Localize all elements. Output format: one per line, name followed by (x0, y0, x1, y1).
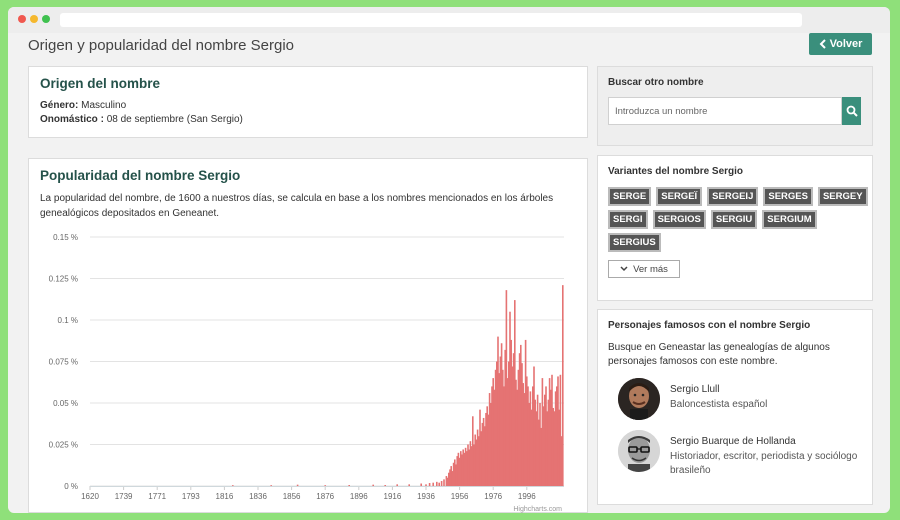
onomastic-line: Onomástico : 08 de septiembre (San Sergi… (40, 114, 243, 125)
gender-value: Masculino (81, 100, 127, 111)
x-tick-label: 1936 (417, 492, 435, 501)
gender-label: Género: (40, 100, 79, 111)
famous-title: Personajes famosos con el nombre Sergio (608, 320, 811, 331)
see-more-label: Ver más (633, 263, 668, 275)
chart-bar (443, 479, 445, 486)
famous-description: Busque en Geneastar las genealogías de a… (608, 342, 830, 367)
chart-bar (348, 485, 350, 486)
chevron-left-icon (819, 38, 827, 51)
popularity-title: Popularidad del nombre Sergio (40, 168, 241, 183)
variant-tag[interactable]: SERGES (763, 187, 813, 206)
chart-bar (440, 481, 443, 486)
person-name[interactable]: Sergio Llull (670, 384, 865, 395)
y-tick-label: 0.1 % (58, 316, 78, 325)
variant-tag[interactable]: SERGIU (710, 210, 758, 229)
back-button-label: Volver (829, 38, 863, 50)
x-tick-label: 1876 (316, 492, 334, 501)
search-icon (846, 105, 858, 117)
chart-bar (384, 485, 386, 486)
y-tick-label: 0.15 % (53, 233, 78, 242)
avatar (618, 378, 660, 420)
chart-bar (438, 482, 440, 486)
chart-bar (562, 285, 564, 486)
chart-bar (432, 482, 434, 486)
search-title: Buscar otro nombre (608, 77, 704, 88)
variant-tag[interactable]: SERGI (608, 210, 648, 229)
x-tick-label: 1836 (249, 492, 267, 501)
y-tick-label: 0.025 % (49, 441, 78, 450)
x-tick-label: 1816 (216, 492, 234, 501)
person-description: Baloncestista español (670, 399, 768, 410)
maximize-window-icon[interactable] (42, 15, 50, 23)
x-tick-label: 1771 (148, 492, 166, 501)
gender-line: Género: Masculino (40, 100, 126, 111)
variant-tag[interactable]: SERGEY (817, 187, 868, 206)
chart-bar (324, 485, 326, 486)
famous-card: Personajes famosos con el nombre Sergio … (597, 309, 873, 505)
x-tick-label: 1856 (283, 492, 301, 501)
variant-tag[interactable]: SERGEÏ (656, 187, 703, 206)
origin-card: Origen del nombre Género: Masculino Onom… (28, 66, 588, 138)
chart-bar (420, 483, 422, 486)
popularity-card: Popularidad del nombre Sergio La popular… (28, 158, 588, 513)
x-tick-label: 1976 (484, 492, 502, 501)
onomastic-value: 08 de septiembre (San Sergio) (106, 114, 243, 125)
y-tick-label: 0.125 % (49, 275, 78, 284)
variants-title: Variantes del nombre Sergio (608, 166, 744, 177)
chart-bar (436, 481, 438, 486)
x-tick-label: 1956 (451, 492, 469, 501)
onomastic-label: Onomástico : (40, 114, 104, 125)
x-tick-label: 1620 (81, 492, 99, 501)
popularity-chart: 0 % 0.025 % 0.05 % 0.075 % 0.1 % 0.125 % 0.15 … (29, 229, 589, 513)
page-title: Origen y popularidad del nombre Sergio (28, 37, 294, 54)
chart-bar (372, 484, 374, 486)
chart-bar (425, 484, 427, 486)
x-tick-label: 1793 (182, 492, 200, 501)
variant-tag[interactable]: SERGIUM (762, 210, 817, 229)
minimize-window-icon[interactable] (30, 15, 38, 23)
y-tick-label: 0.05 % (53, 399, 78, 408)
x-tick-label: 1916 (384, 492, 402, 501)
variant-tag[interactable]: SERGE (608, 187, 652, 206)
chart-credit: Highcharts.com (513, 506, 562, 513)
person-description: Historiador, escritor, periodista y soci… (670, 451, 858, 476)
chart-bar (428, 483, 431, 486)
variants-card: Variantes del nombre Sergio SERGE SERGEÏ… (597, 155, 873, 301)
x-tick-label: 1739 (115, 492, 133, 501)
chevron-down-icon (620, 266, 628, 272)
popularity-chart-svg: 0 % 0.025 % 0.05 % 0.075 % 0.1 % 0.125 % 0.15 … (49, 233, 564, 513)
avatar (618, 430, 660, 472)
x-tick-label: 1896 (350, 492, 368, 501)
close-window-icon[interactable] (18, 15, 26, 23)
person-name[interactable]: Sergio Buarque de Hollanda (670, 436, 865, 447)
popularity-description: La popularidad del nombre, de 1600 a nue… (40, 193, 554, 219)
variant-tag[interactable]: SERGIUS (608, 233, 661, 252)
variants-list: SERGE SERGEÏ SERGEIJ SERGES SERGEY SERGI… (608, 187, 868, 252)
browser-window: Origen y popularidad del nombre Sergio V… (8, 7, 890, 513)
y-tick-label: 0.075 % (49, 358, 78, 367)
chart-bar (396, 484, 398, 486)
name-search-input[interactable]: Introduzca un nombre (608, 97, 842, 125)
search-button[interactable] (842, 97, 861, 125)
see-more-button[interactable]: Ver más (608, 260, 680, 278)
back-button[interactable]: Volver (809, 33, 872, 55)
y-tick-label: 0 % (64, 482, 78, 491)
chart-bar (232, 485, 234, 486)
address-bar[interactable] (60, 13, 802, 27)
x-tick-label: 1996 (518, 492, 536, 501)
chart-bar (296, 484, 299, 486)
browser-titlebar (8, 7, 890, 33)
chart-bar (270, 485, 272, 486)
search-card: Buscar otro nombre Introduzca un nombre (597, 66, 873, 146)
variant-tag[interactable]: SERGEIJ (707, 187, 759, 206)
origin-title: Origen del nombre (40, 76, 161, 91)
chart-bar (408, 484, 410, 486)
variant-tag[interactable]: SERGIOS (652, 210, 706, 229)
